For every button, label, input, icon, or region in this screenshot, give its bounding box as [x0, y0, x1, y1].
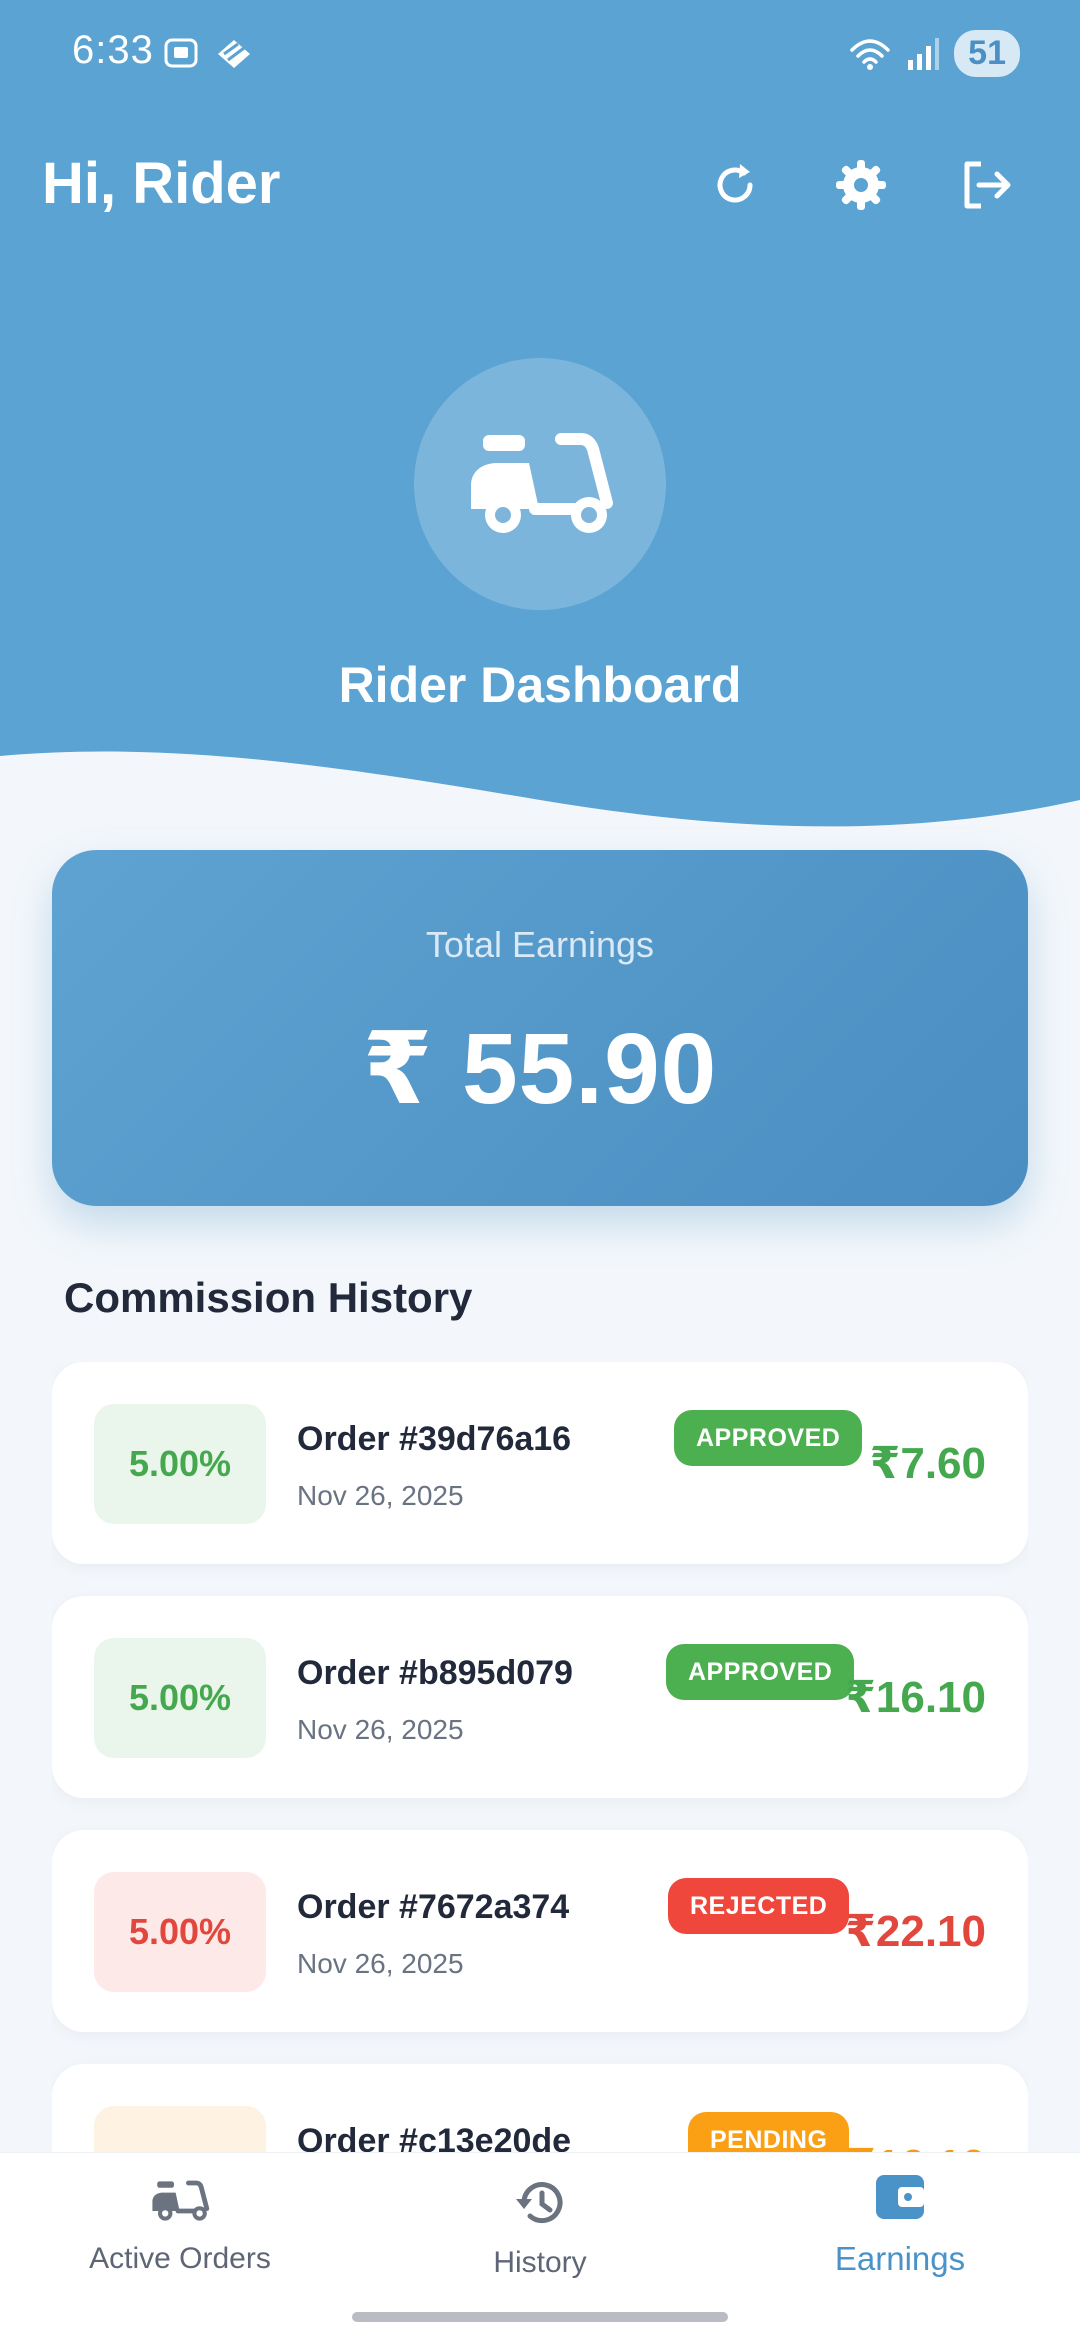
dashboard-title: Rider Dashboard [338, 657, 742, 713]
nav-label: History [493, 2246, 587, 2279]
commission-row[interactable]: 5.00% Order #7672a374 Nov 26, 2025 REJEC… [52, 1830, 1028, 2032]
status-badge: PENDING [688, 2112, 850, 2152]
commission-amount: ₹7.60 [869, 1439, 986, 1488]
rider-avatar [414, 358, 666, 610]
commission-list[interactable]: 5.00% Order #39d76a16 Nov 26, 2025 APPRO… [52, 1362, 1028, 2152]
order-id: Order #39d76a16 [297, 1420, 572, 1458]
logout-button[interactable] [954, 152, 1020, 218]
scooter-icon [471, 433, 613, 533]
order-date: Nov 26, 2025 [297, 1480, 464, 1511]
greeting-text: Hi, Rider [42, 151, 281, 216]
total-earnings-value: ₹ 55.90 [362, 1013, 718, 1125]
status-bar: 6:33 51 [0, 0, 1080, 110]
commission-percent: 5.00% [94, 2106, 266, 2152]
order-date: Nov 26, 2025 [297, 1948, 464, 1979]
nav-label: Active Orders [89, 2242, 271, 2275]
nav-earnings[interactable]: Earnings [720, 2171, 1080, 2278]
home-indicator[interactable] [352, 2312, 728, 2322]
wifi-icon [850, 38, 890, 70]
commission-history-title: Commission History [64, 1274, 473, 1321]
gear-icon [836, 160, 886, 210]
scooter-icon [152, 2180, 210, 2221]
commission-row[interactable]: 5.00% Order #39d76a16 Nov 26, 2025 APPRO… [52, 1362, 1028, 1564]
commission-amount: ₹16.10 [845, 2140, 986, 2152]
order-id: Order #c13e20de [297, 2122, 572, 2152]
commission-percent: 5.00% [94, 1872, 266, 1992]
app-notification-icon [218, 40, 250, 68]
order-id: Order #7672a374 [297, 1888, 570, 1926]
screenshot-icon [164, 38, 198, 68]
total-earnings-card: Total Earnings ₹ 55.90 [52, 850, 1028, 1206]
status-badge: APPROVED [666, 1644, 855, 1700]
nav-history[interactable]: History [360, 2177, 720, 2280]
order-id: Order #b895d079 [297, 1654, 573, 1692]
settings-button[interactable] [828, 152, 894, 218]
status-system-icons: 51 [848, 30, 1020, 77]
wallet-icon [876, 2175, 924, 2219]
commission-percent: 5.00% [94, 1404, 266, 1524]
status-time: 6:33 [72, 28, 154, 72]
nav-active-orders[interactable]: Active Orders [0, 2177, 360, 2276]
status-badge: REJECTED [668, 1878, 850, 1934]
refresh-button[interactable] [702, 152, 768, 218]
refresh-icon [717, 164, 753, 203]
history-icon [516, 2182, 563, 2224]
total-earnings-label: Total Earnings [425, 924, 655, 965]
status-notification-icons [162, 34, 254, 72]
battery-indicator: 51 [954, 30, 1020, 77]
signal-icon [908, 37, 940, 70]
status-badge: APPROVED [674, 1410, 863, 1466]
commission-row[interactable]: 5.00% Order #c13e20de PENDING ₹16.10 [52, 2064, 1028, 2152]
header-actions [702, 152, 1020, 218]
order-date: Nov 26, 2025 [297, 1714, 464, 1745]
commission-amount: ₹22.10 [845, 1907, 986, 1956]
commission-amount: ₹16.10 [845, 1673, 986, 1722]
commission-percent: 5.00% [94, 1638, 266, 1758]
commission-row[interactable]: 5.00% Order #b895d079 Nov 26, 2025 APPRO… [52, 1596, 1028, 1798]
nav-label: Earnings [834, 2240, 966, 2277]
logout-icon [964, 161, 1011, 209]
